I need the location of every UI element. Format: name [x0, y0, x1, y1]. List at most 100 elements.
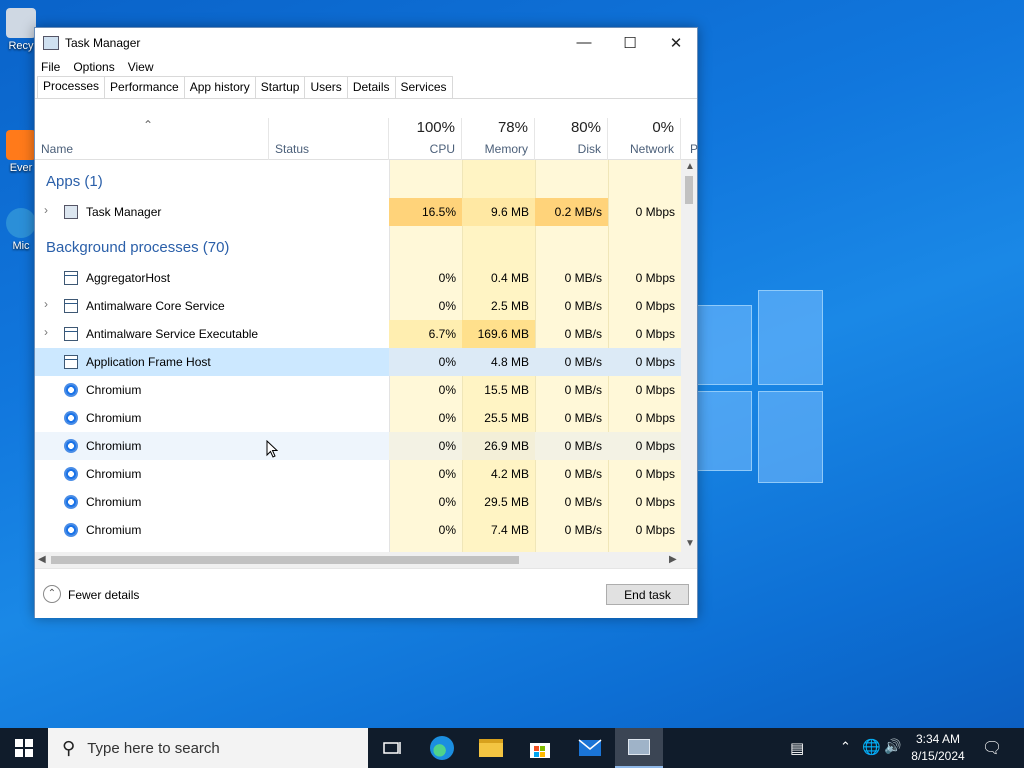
taskbar-mail[interactable]	[566, 728, 614, 768]
title-bar[interactable]: Task Manager — ☐ ✕	[35, 28, 697, 57]
maximize-button[interactable]: ☐	[607, 28, 653, 57]
disk-cell: 0 MB/s	[564, 467, 602, 481]
chromium-icon	[64, 439, 78, 453]
tab-details[interactable]: Details	[346, 76, 396, 98]
group-header-background[interactable]: Background processes (70)	[35, 232, 681, 260]
network-cell: 0 Mbps	[608, 348, 681, 376]
column-header-power[interactable]: P	[681, 118, 698, 160]
network-total-percent: 0%	[652, 119, 674, 136]
disk-cell: 0 MB/s	[564, 299, 602, 313]
disk-cell: 0.2 MB/s	[535, 198, 608, 226]
column-headers: ⌃ Name Status 100% CPU 78% Memory 80% Di…	[35, 118, 698, 160]
column-header-memory[interactable]: 78% Memory	[462, 118, 535, 160]
disk-cell: 0 MB/s	[535, 348, 608, 376]
column-label: Status	[275, 142, 310, 156]
taskbar-store[interactable]	[516, 728, 564, 768]
table-row-hover[interactable]: Chromium 0% 26.9 MB 0 MB/s 0 Mbps	[35, 432, 681, 460]
windows-desktop-logo	[690, 285, 825, 485]
window-title: Task Manager	[65, 35, 141, 50]
table-row[interactable]: Chromium 0% 29.5 MB 0 MB/s 0 Mbps	[35, 488, 681, 516]
table-row[interactable]: AggregatorHost 0% 0.4 MB 0 MB/s 0 Mbps	[35, 264, 681, 292]
cpu-cell: 0%	[438, 299, 456, 313]
cpu-cell: 0%	[438, 467, 456, 481]
task-manager-window: Task Manager — ☐ ✕ File Options View Pro…	[34, 27, 698, 618]
start-button[interactable]	[0, 728, 48, 768]
scroll-right-arrow-icon[interactable]: ▶	[669, 554, 677, 565]
memory-cell: 4.2 MB	[490, 467, 529, 481]
scroll-up-arrow-icon[interactable]: ▲	[685, 161, 695, 172]
table-row[interactable]: Chromium 0% 7.4 MB 0 MB/s 0 Mbps	[35, 516, 681, 544]
window-app-icon	[64, 271, 78, 285]
table-row[interactable]: Chromium 0% 15.5 MB 0 MB/s 0 Mbps	[35, 376, 681, 404]
menu-view[interactable]: View	[128, 60, 154, 74]
vertical-scrollbar[interactable]: ▲ ▼	[681, 160, 697, 552]
end-task-button[interactable]: End task	[606, 584, 689, 605]
taskbar-edge[interactable]	[418, 728, 466, 768]
chevron-up-icon[interactable]: ⌃	[840, 739, 851, 755]
horizontal-scroll-thumb[interactable]	[51, 556, 519, 564]
column-header-network[interactable]: 0% Network	[608, 118, 681, 160]
close-button[interactable]: ✕	[653, 28, 699, 57]
column-label: CPU	[429, 142, 455, 156]
column-header-disk[interactable]: 80% Disk	[535, 118, 608, 160]
expand-chevron-icon[interactable]: ›	[44, 203, 48, 217]
taskbar-clock[interactable]: 3:34 AM 8/15/2024	[900, 731, 976, 765]
process-name: AggregatorHost	[86, 271, 171, 285]
table-row[interactable]: Chromium 0% 25.5 MB 0 MB/s 0 Mbps	[35, 404, 681, 432]
process-name: Chromium	[86, 411, 142, 425]
tab-services[interactable]: Services	[394, 76, 453, 98]
column-header-name[interactable]: ⌃ Name	[35, 118, 269, 160]
expand-chevron-icon[interactable]: ›	[44, 325, 48, 339]
table-row[interactable]: › Antimalware Core Service 0% 2.5 MB 0 M…	[35, 292, 681, 320]
tab-users[interactable]: Users	[304, 76, 348, 98]
desktop-icon-edge[interactable]: Mic	[4, 208, 38, 252]
fewer-details-link[interactable]: Fewer details	[68, 588, 139, 602]
horizontal-scrollbar[interactable]: ◀ ▶	[35, 552, 697, 568]
group-title: Background processes (70)	[46, 239, 230, 256]
menu-file[interactable]: File	[41, 60, 60, 74]
edge-icon	[430, 736, 454, 760]
notifications-icon[interactable]: 🗨	[982, 738, 1002, 758]
taskbar-task-manager[interactable]	[615, 728, 663, 768]
network-cell: 0 Mbps	[635, 299, 675, 313]
table-row-selected[interactable]: Application Frame Host 0% 4.8 MB 0 MB/s …	[35, 348, 681, 376]
desktop-icon-recycle-bin[interactable]: Recy	[4, 8, 38, 52]
process-name: Chromium	[86, 383, 142, 397]
vertical-scroll-thumb[interactable]	[685, 176, 693, 204]
group-header-apps[interactable]: Apps (1)	[35, 166, 681, 194]
scroll-left-arrow-icon[interactable]: ◀	[38, 554, 46, 565]
process-name: Chromium	[86, 523, 142, 537]
chevron-up-circle-icon[interactable]: ⌃	[43, 585, 61, 603]
expand-chevron-icon[interactable]: ›	[44, 297, 48, 311]
search-placeholder: Type here to search	[87, 739, 220, 757]
table-row[interactable]: › Antimalware Service Executable 6.7% 16…	[35, 320, 681, 348]
column-label: Memory	[484, 142, 528, 156]
network-cell: 0 Mbps	[635, 271, 675, 285]
taskbar-search-box[interactable]: ⚲ Type here to search	[48, 728, 368, 768]
network-globe-icon[interactable]: 🌐	[862, 738, 881, 756]
menu-options[interactable]: Options	[73, 60, 114, 74]
tab-startup[interactable]: Startup	[254, 76, 306, 98]
column-header-cpu[interactable]: 100% CPU	[389, 118, 462, 160]
memory-cell: 0.4 MB	[490, 271, 529, 285]
process-name: Task Manager	[86, 205, 162, 219]
chromium-icon	[64, 467, 78, 481]
column-label: Network	[629, 142, 674, 156]
tab-processes[interactable]: Processes	[37, 76, 106, 98]
taskbar-file-explorer[interactable]	[467, 728, 515, 768]
desktop-icon-app[interactable]: Ever	[4, 130, 38, 174]
memory-cell: 169.6 MB	[462, 320, 535, 348]
news-widget-icon[interactable]: ▤	[790, 739, 804, 757]
tab-app-history[interactable]: App history	[183, 76, 256, 98]
column-label: Disk	[577, 142, 601, 156]
tab-performance[interactable]: Performance	[104, 76, 185, 98]
store-icon	[530, 743, 550, 758]
scroll-down-arrow-icon[interactable]: ▼	[685, 538, 695, 549]
table-row[interactable]: Chromium 0% 4.2 MB 0 MB/s 0 Mbps	[35, 460, 681, 488]
minimize-button[interactable]: —	[561, 28, 607, 57]
table-row[interactable]: › Task Manager 16.5% 9.6 MB 0.2 MB/s 0 M…	[35, 198, 681, 226]
column-header-status[interactable]: Status	[269, 118, 389, 160]
task-view-icon	[383, 742, 401, 754]
volume-icon[interactable]: 🔊	[884, 738, 901, 755]
task-view-button[interactable]	[368, 728, 416, 768]
